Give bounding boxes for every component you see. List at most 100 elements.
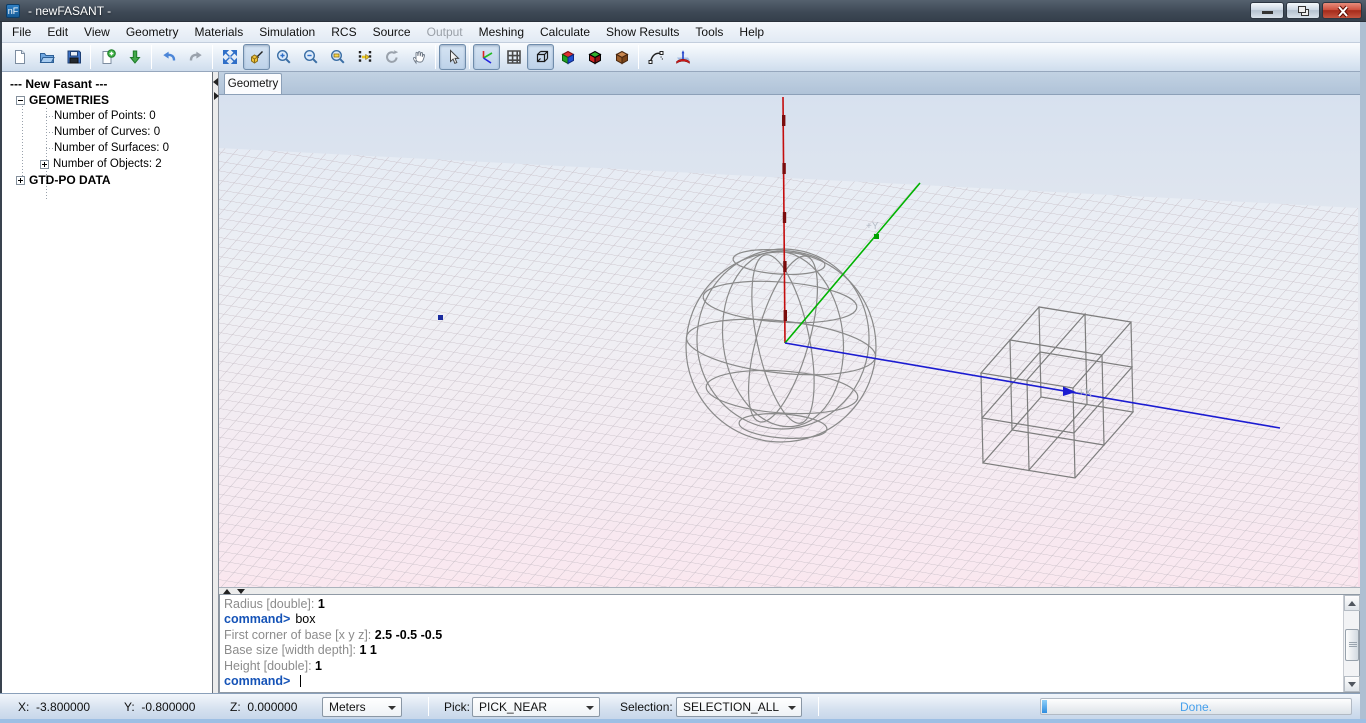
menu-meshing[interactable]: Meshing bbox=[471, 22, 532, 42]
menu-source[interactable]: Source bbox=[365, 22, 419, 42]
scroll-down-button[interactable] bbox=[1344, 676, 1360, 692]
save-button[interactable] bbox=[60, 44, 87, 70]
tree-item-points[interactable]: Number of Points: 0 bbox=[54, 108, 156, 124]
tree-item-surfaces[interactable]: Number of Surfaces: 0 bbox=[54, 140, 169, 156]
tree-item-objects[interactable]: Number of Objects: 2 bbox=[40, 156, 162, 172]
zoom-in-button[interactable] bbox=[270, 44, 297, 70]
solid-view-rgb-button[interactable] bbox=[554, 44, 581, 70]
open-file-button[interactable] bbox=[33, 44, 60, 70]
menu-calculate[interactable]: Calculate bbox=[532, 22, 598, 42]
menu-file[interactable]: File bbox=[4, 22, 39, 42]
grid-icon bbox=[506, 49, 522, 65]
app-window: nF - newFASANT - File Edit View Geometry… bbox=[0, 0, 1366, 723]
collapse-left-icon[interactable] bbox=[213, 78, 218, 86]
new-file-button[interactable] bbox=[6, 44, 33, 70]
zoom-object-icon bbox=[249, 49, 265, 65]
ground-grid bbox=[219, 148, 1358, 587]
menu-materials[interactable]: Materials bbox=[187, 22, 252, 42]
menu-edit[interactable]: Edit bbox=[39, 22, 76, 42]
viewport-canvas[interactable]: +Y +X bbox=[219, 95, 1360, 587]
pan-button[interactable] bbox=[405, 44, 432, 70]
toolbar-separator bbox=[212, 45, 213, 69]
selection-label: Selection: bbox=[620, 700, 673, 714]
coord-x: X: -3.800000 bbox=[18, 700, 90, 714]
pan-hand-icon bbox=[411, 49, 427, 65]
expand-icon[interactable] bbox=[40, 160, 49, 169]
rotate-view-button[interactable] bbox=[378, 44, 405, 70]
import-icon bbox=[127, 49, 143, 65]
command-console[interactable]: Radius [double]: 1 command>box First cor… bbox=[219, 594, 1360, 693]
undo-button[interactable] bbox=[155, 44, 182, 70]
pick-select[interactable]: PICK_NEAR bbox=[472, 697, 600, 717]
thumb-grip bbox=[1349, 642, 1357, 643]
console-splitter[interactable] bbox=[219, 587, 1360, 594]
fit-view-button[interactable] bbox=[216, 44, 243, 70]
redo-button[interactable] bbox=[182, 44, 209, 70]
zoom-object-button[interactable] bbox=[243, 44, 270, 70]
expand-icon[interactable] bbox=[16, 176, 25, 185]
collapse-icon[interactable] bbox=[16, 96, 25, 105]
scrollbar-thumb[interactable] bbox=[1345, 629, 1359, 661]
zoom-window-icon bbox=[330, 49, 346, 65]
redo-icon bbox=[188, 49, 204, 65]
axes-button[interactable] bbox=[473, 44, 500, 70]
add-page-button[interactable] bbox=[94, 44, 121, 70]
restore-button[interactable] bbox=[1286, 2, 1320, 19]
selection-select[interactable]: SELECTION_ALL bbox=[676, 697, 802, 717]
menu-tools[interactable]: Tools bbox=[687, 22, 731, 42]
menu-simulation[interactable]: Simulation bbox=[251, 22, 323, 42]
tree-connector bbox=[46, 132, 54, 133]
undo-icon bbox=[161, 49, 177, 65]
pick-label: Pick: bbox=[444, 700, 470, 714]
toolbar-separator bbox=[90, 45, 91, 69]
curve-tool-button[interactable] bbox=[642, 44, 669, 70]
menu-show-results[interactable]: Show Results bbox=[598, 22, 687, 42]
scroll-up-button[interactable] bbox=[1344, 595, 1360, 611]
close-button[interactable] bbox=[1322, 2, 1362, 19]
tree-item-curves[interactable]: Number of Curves: 0 bbox=[54, 124, 160, 140]
scroll-down-icon bbox=[1348, 682, 1356, 687]
console-input-line[interactable]: command> bbox=[224, 674, 1341, 689]
units-select[interactable]: Meters bbox=[322, 697, 402, 717]
zoom-out-button[interactable] bbox=[297, 44, 324, 70]
chevron-down-icon bbox=[388, 706, 396, 710]
wireframe-cube-icon bbox=[533, 49, 549, 65]
tab-geometry[interactable]: Geometry bbox=[224, 73, 282, 94]
minimize-button[interactable] bbox=[1250, 2, 1284, 19]
zoom-out-icon bbox=[303, 49, 319, 65]
point-marker[interactable] bbox=[438, 315, 443, 320]
select-button[interactable] bbox=[439, 44, 466, 70]
tree-item-gtd-po-data[interactable]: GTD-PO DATA bbox=[16, 172, 111, 188]
surface-normals-button[interactable] bbox=[669, 44, 696, 70]
window-right-border bbox=[1360, 22, 1366, 719]
tree-root[interactable]: --- New Fasant --- bbox=[10, 76, 107, 92]
console-line: command>box bbox=[224, 612, 1341, 627]
tree-connector bbox=[46, 148, 54, 149]
snap-move-button[interactable] bbox=[351, 44, 378, 70]
snap-move-icon bbox=[357, 49, 373, 65]
coord-z: Z: 0.000000 bbox=[230, 700, 297, 714]
zoom-window-button[interactable] bbox=[324, 44, 351, 70]
progress-bar: Done. bbox=[1040, 698, 1352, 715]
console-output: Radius [double]: 1 command>box First cor… bbox=[224, 597, 1341, 689]
grid-button[interactable] bbox=[500, 44, 527, 70]
console-line: Height [double]: 1 bbox=[224, 659, 1341, 674]
console-scrollbar[interactable] bbox=[1343, 595, 1359, 692]
surface-normals-icon bbox=[675, 49, 691, 65]
geometry-viewport[interactable]: +Y +X bbox=[219, 95, 1360, 587]
menu-help[interactable]: Help bbox=[731, 22, 772, 42]
title-bar[interactable]: nF - newFASANT - bbox=[0, 0, 1366, 22]
solid-view-texture-button[interactable] bbox=[608, 44, 635, 70]
menu-view[interactable]: View bbox=[76, 22, 118, 42]
solid-view-edges-button[interactable] bbox=[581, 44, 608, 70]
toolbar-separator bbox=[469, 45, 470, 69]
wireframe-view-button[interactable] bbox=[527, 44, 554, 70]
console-line: First corner of base [x y z]: 2.5 -0.5 -… bbox=[224, 628, 1341, 643]
console-line: Base size [width depth]: 1 1 bbox=[224, 643, 1341, 658]
window-title: - newFASANT - bbox=[28, 4, 111, 18]
solid-cube-rgb-icon bbox=[560, 49, 576, 65]
menu-geometry[interactable]: Geometry bbox=[118, 22, 187, 42]
import-button[interactable] bbox=[121, 44, 148, 70]
tree-item-geometries[interactable]: GEOMETRIES bbox=[16, 92, 109, 108]
menu-rcs[interactable]: RCS bbox=[323, 22, 364, 42]
